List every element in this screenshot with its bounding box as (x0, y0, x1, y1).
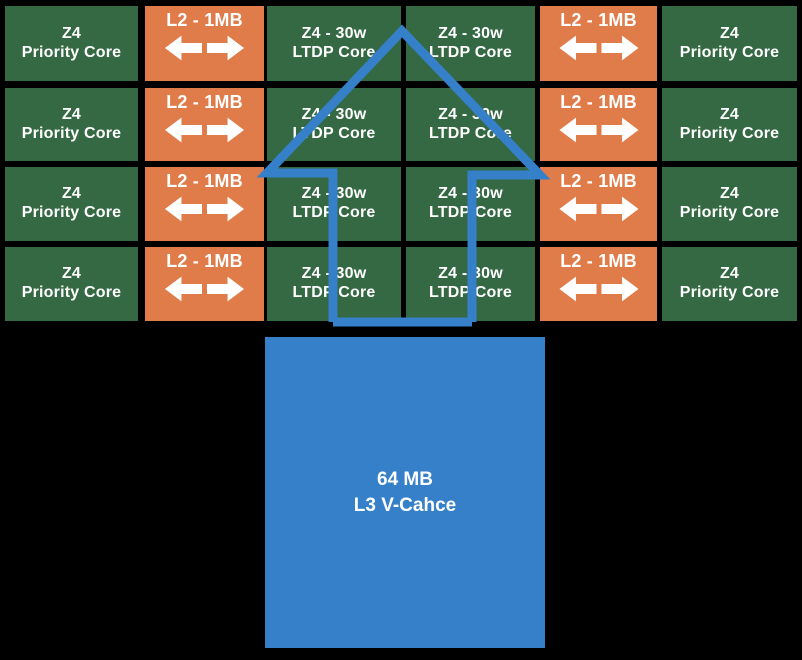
core-label-line1: Z4 - 30w (438, 24, 503, 42)
priority-core-tile: Z4 Priority Core (662, 167, 797, 241)
ltdp-core-tile: Z4 - 30w LTDP Core (267, 6, 401, 81)
core-label-line2: LTDP Core (429, 43, 512, 61)
priority-core-tile: Z4 Priority Core (5, 247, 138, 321)
core-label-line1: Z4 (719, 185, 740, 203)
double-headed-arrow-icon (164, 276, 245, 302)
double-headed-arrow-icon (558, 276, 639, 302)
core-label-line2: Priority Core (21, 43, 122, 61)
ltdp-core-tile: Z4 - 30w LTDP Core (267, 247, 401, 321)
core-label-line1: Z4 (719, 105, 740, 123)
l2-cache-tile: L2 - 1MB (540, 247, 657, 321)
l2-cache-label: L2 - 1MB (166, 92, 243, 112)
core-label-line2: Priority Core (679, 124, 780, 142)
priority-core-tile: Z4 Priority Core (662, 247, 797, 321)
core-label-line1: Z4 (719, 265, 740, 283)
core-label-line1: Z4 (719, 24, 740, 42)
core-label-line1: Z4 - 30w (438, 265, 503, 283)
priority-core-tile: Z4 Priority Core (5, 167, 138, 241)
priority-core-tile: Z4 Priority Core (662, 6, 797, 81)
double-headed-arrow-icon (558, 196, 639, 222)
l2-cache-label: L2 - 1MB (166, 251, 243, 271)
double-headed-arrow-icon (164, 196, 245, 222)
core-label-line2: LTDP Core (292, 204, 376, 221)
core-label-line1: Z4 (61, 265, 82, 283)
priority-core-tile: Z4 Priority Core (5, 6, 138, 81)
core-label-line2: LTDP Core (429, 124, 512, 142)
l2-cache-label: L2 - 1MB (560, 10, 637, 30)
core-label-line2: Priority Core (679, 204, 780, 221)
ltdp-core-tile: Z4 - 30w LTDP Core (267, 167, 401, 241)
core-label-line1: Z4 - 30w (301, 185, 367, 203)
core-label-line1: Z4 - 30w (438, 185, 503, 203)
double-headed-arrow-icon (558, 117, 639, 143)
l2-cache-label: L2 - 1MB (166, 171, 243, 191)
core-label-line2: Priority Core (21, 124, 122, 142)
double-headed-arrow-icon (164, 35, 245, 61)
core-label-line2: LTDP Core (292, 43, 376, 61)
l2-cache-label: L2 - 1MB (166, 10, 243, 30)
core-label-line1: Z4 - 30w (301, 24, 367, 42)
l3-size-label: 64 MB (377, 468, 433, 490)
core-label-line2: Priority Core (21, 284, 122, 301)
l2-cache-label: L2 - 1MB (560, 251, 637, 271)
l2-cache-tile: L2 - 1MB (540, 167, 657, 241)
core-label-line2: LTDP Core (292, 124, 376, 142)
l2-cache-tile: L2 - 1MB (145, 247, 264, 321)
l2-cache-label: L2 - 1MB (560, 92, 637, 112)
ltdp-core-tile: Z4 - 30w LTDP Core (267, 88, 401, 161)
core-label-line2: LTDP Core (292, 284, 376, 301)
ltdp-core-tile: Z4 - 30w LTDP Core (406, 167, 535, 241)
l2-cache-label: L2 - 1MB (560, 171, 637, 191)
core-label-line2: LTDP Core (429, 284, 512, 301)
ltdp-core-tile: Z4 - 30w LTDP Core (406, 6, 535, 81)
core-label-line1: Z4 (61, 105, 82, 123)
core-label-line2: Priority Core (679, 284, 780, 301)
priority-core-tile: Z4 Priority Core (662, 88, 797, 161)
priority-core-tile: Z4 Priority Core (5, 88, 138, 161)
ltdp-core-tile: Z4 - 30w LTDP Core (406, 247, 535, 321)
core-label-line2: Priority Core (21, 204, 122, 221)
l3-cache-block: 64 MB L3 V-Cahce (265, 337, 545, 648)
core-label-line1: Z4 - 30w (438, 105, 503, 123)
core-label-line1: Z4 (61, 24, 82, 42)
core-label-line1: Z4 - 30w (301, 265, 367, 283)
ltdp-core-tile: Z4 - 30w LTDP Core (406, 88, 535, 161)
l2-cache-tile: L2 - 1MB (540, 6, 657, 81)
core-label-line1: Z4 - 30w (301, 105, 367, 123)
core-label-line2: LTDP Core (429, 204, 512, 221)
double-headed-arrow-icon (558, 35, 639, 61)
core-label-line2: Priority Core (679, 43, 780, 61)
double-headed-arrow-icon (164, 117, 245, 143)
l3-name-label: L3 V-Cahce (353, 494, 457, 516)
l2-cache-tile: L2 - 1MB (145, 88, 264, 161)
l2-cache-tile: L2 - 1MB (145, 167, 264, 241)
l2-cache-tile: L2 - 1MB (540, 88, 657, 161)
diagram-canvas: Z4 Priority Core L2 - 1MB Z4 - 30w LTDP Core… (0, 0, 802, 660)
l2-cache-tile: L2 - 1MB (145, 6, 264, 81)
core-label-line1: Z4 (61, 185, 82, 203)
